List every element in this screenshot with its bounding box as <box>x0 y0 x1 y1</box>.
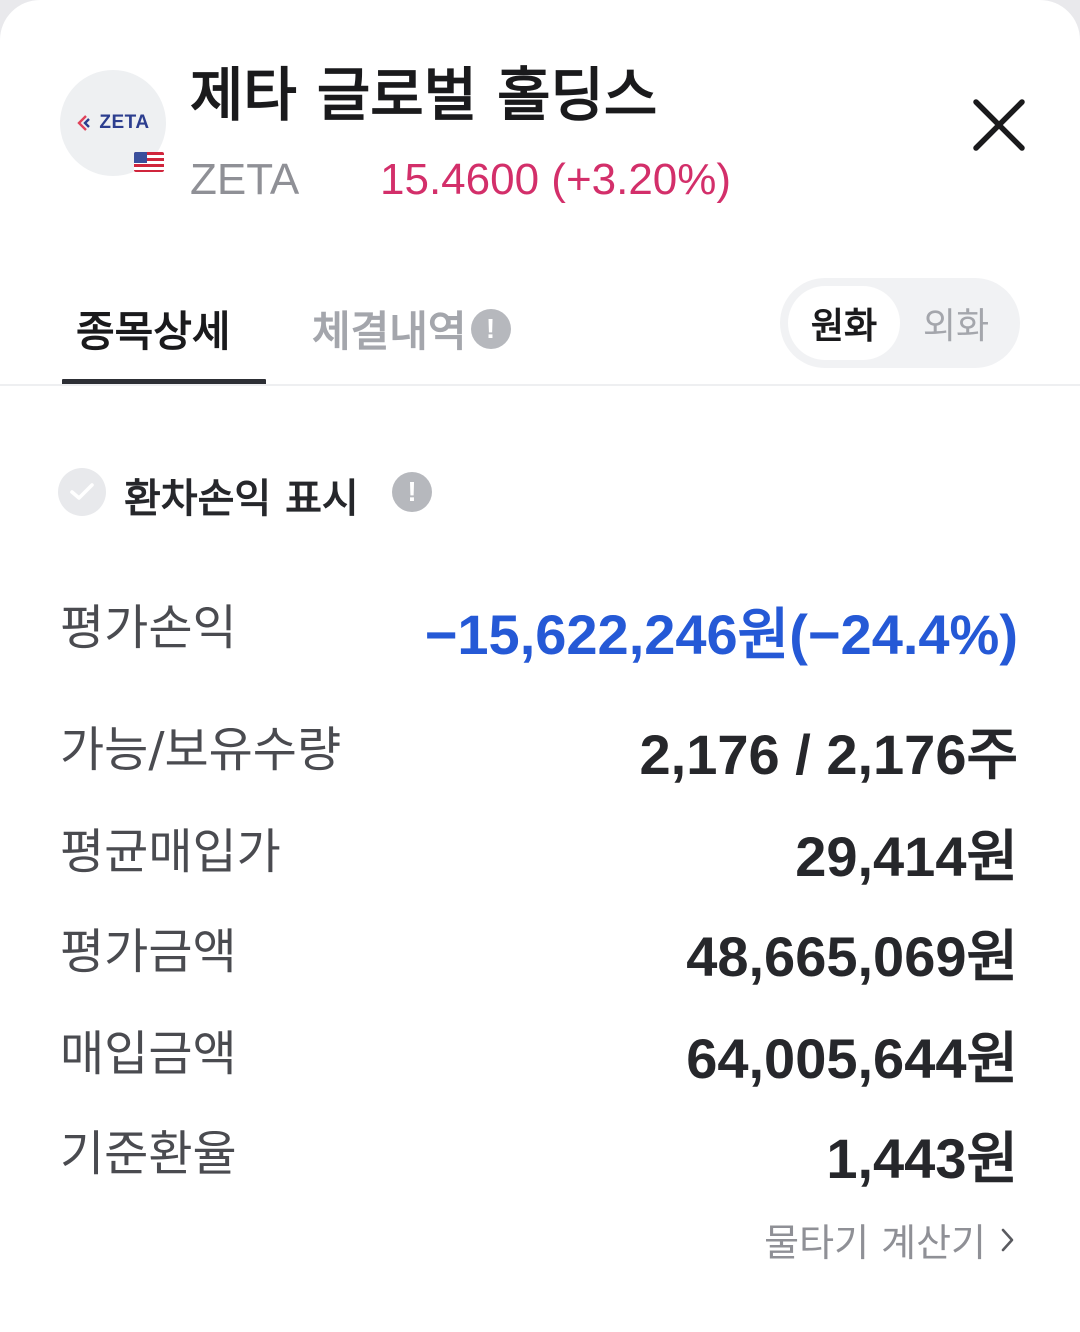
price-value: 15.4600 <box>380 155 540 204</box>
row-value-exchange-rate: 1,443원 <box>826 1127 1018 1190</box>
check-icon <box>70 483 94 500</box>
row-label-purchase-amount: 매입금액 <box>60 1026 237 1082</box>
currency-toggle: 원화 외화 <box>780 278 1020 368</box>
row-label-avg-price: 평균매입가 <box>60 824 281 880</box>
row-label-exchange-rate: 기준환율 <box>60 1126 237 1182</box>
currency-krw-option[interactable]: 원화 <box>788 286 900 360</box>
row-value-avg-price: 29,414원 <box>795 825 1018 888</box>
info-icon[interactable]: ! <box>470 308 511 349</box>
currency-foreign-option[interactable]: 외화 <box>900 286 1012 360</box>
row-label-eval-profit: 평가손익 <box>60 600 237 656</box>
row-value-eval-amount: 48,665,069원 <box>686 925 1018 988</box>
tab-stock-detail[interactable]: 종목상세 <box>76 298 231 359</box>
stock-ticker: ZETA <box>190 155 300 204</box>
zeta-mark-icon <box>77 115 91 131</box>
chevron-right-icon <box>1001 1228 1014 1251</box>
stock-detail-sheet: ZETA 제타 글로벌 홀딩스 ZETA 15.4600 (+3.20%) 종목… <box>0 0 1080 1332</box>
row-label-eval-amount: 평가금액 <box>60 924 237 980</box>
stock-name: 제타 글로벌 홀딩스 <box>190 61 658 129</box>
row-value-eval-profit: −15,622,246원(−24.4%) <box>424 603 1018 666</box>
us-flag-icon <box>134 152 164 172</box>
fx-profit-checkbox[interactable] <box>58 468 106 516</box>
averaging-calculator-label: 물타기 계산기 <box>764 1221 986 1265</box>
logo-text: ZETA <box>99 112 150 133</box>
tab-divider <box>0 384 1080 386</box>
info-icon[interactable]: ! <box>392 472 432 512</box>
tab-trade-history-label: 체결내역 <box>312 307 467 356</box>
price-change: (+3.20%) <box>551 155 732 204</box>
averaging-calculator-link[interactable]: 물타기 계산기 <box>764 1212 1016 1267</box>
fx-profit-label: 환차손익 표시 <box>124 476 359 522</box>
stock-price: 15.4600 (+3.20%) <box>380 155 731 205</box>
close-icon <box>973 99 1025 151</box>
row-value-quantity: 2,176 / 2,176주 <box>639 723 1018 786</box>
row-value-purchase-amount: 64,005,644원 <box>686 1027 1018 1090</box>
tab-trade-history[interactable]: 체결내역 ! <box>312 298 511 359</box>
row-label-quantity: 가능/보유수량 <box>60 722 342 778</box>
close-button[interactable] <box>966 92 1032 158</box>
